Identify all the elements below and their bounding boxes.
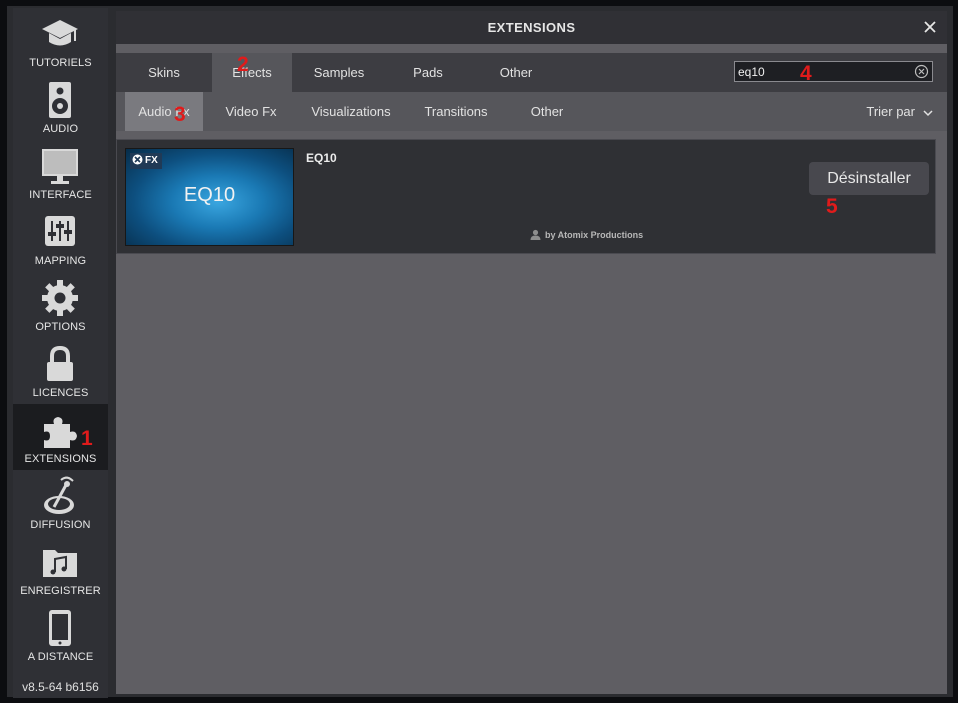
sidebar-item-label: A DISTANCE (27, 651, 94, 663)
panel-title: EXTENSIONS (487, 20, 576, 35)
clear-circle-icon[interactable] (914, 64, 929, 79)
tab-skins[interactable]: Skins (132, 53, 196, 92)
sidebar-item-label: TUTORIELS (29, 57, 92, 69)
sidebar-item-extensions[interactable]: EXTENSIONS (13, 404, 108, 470)
version-label: v8.5-64 b6156 (22, 680, 99, 694)
subcategory-tabs: Audio Fx Video Fx Visualizations Transit… (116, 92, 947, 131)
annotation-marker-1: 1 (81, 427, 93, 450)
tablet-icon (49, 610, 71, 646)
broadcast-icon (44, 476, 74, 514)
search-box (734, 61, 933, 82)
speaker-icon (49, 82, 71, 118)
sidebar-item-options[interactable]: OPTIONS (13, 272, 108, 338)
sidebar-item-label: OPTIONS (35, 321, 86, 333)
close-icon[interactable] (921, 18, 939, 36)
annotation-marker-4: 4 (800, 62, 812, 85)
extensions-panel: EXTENSIONS Skins Effects Samples Pads Ot… (116, 11, 947, 694)
sidebar-item-label: MAPPING (34, 255, 87, 267)
sidebar-item-interface[interactable]: INTERFACE (13, 140, 108, 206)
sidebar-item-audio[interactable]: AUDIO (13, 74, 108, 140)
lock-icon (47, 345, 73, 381)
extension-name: EQ10 (306, 151, 337, 165)
tab-pads[interactable]: Pads (398, 53, 458, 92)
sidebar-item-tutoriels[interactable]: TUTORIELS (13, 8, 108, 74)
thumbnail-title: EQ10 (183, 184, 236, 206)
tab-effects[interactable]: Effects (212, 53, 292, 92)
sidebar-item-diffusion[interactable]: DIFFUSION (13, 470, 108, 536)
sidebar-item-label: LICENCES (32, 387, 89, 399)
sidebar-item-enregistrer[interactable]: ENREGISTRER (13, 536, 108, 602)
sidebar-item-mapping[interactable]: MAPPING (13, 206, 108, 272)
extension-author: by Atomix Productions (530, 230, 643, 241)
extension-thumbnail: FX EQ10 (125, 148, 294, 246)
sidebar-item-licences[interactable]: LICENCES (13, 338, 108, 404)
annotation-marker-2: 2 (237, 53, 249, 76)
sort-dropdown[interactable]: Trier par (866, 92, 933, 131)
subtab-audio-fx[interactable]: Audio Fx (125, 92, 203, 131)
annotation-marker-5: 5 (826, 195, 838, 218)
extension-card[interactable]: FX EQ10 EQ10 by Atomix Productions Désin… (116, 139, 936, 254)
subtab-transitions[interactable]: Transitions (416, 92, 496, 131)
graduation-cap-icon (42, 20, 78, 46)
subtab-visualizations[interactable]: Visualizations (306, 92, 396, 131)
sidebar: TUTORIELS AUDIO INTERFACE MAPPING OPTION… (13, 8, 108, 698)
annotation-marker-3: 3 (174, 103, 186, 126)
sort-label: Trier par (866, 104, 915, 119)
sidebar-item-label: EXTENSIONS (24, 453, 97, 465)
sidebar-item-label: INTERFACE (29, 189, 92, 201)
sliders-icon (45, 216, 75, 246)
tab-other[interactable]: Other (486, 53, 546, 92)
sidebar-item-a-distance[interactable]: A DISTANCE (13, 602, 108, 668)
subtab-other[interactable]: Other (522, 92, 572, 131)
monitor-icon (42, 149, 78, 184)
chevron-down-icon (923, 110, 933, 116)
tab-samples[interactable]: Samples (304, 53, 374, 92)
search-input[interactable] (738, 63, 910, 80)
fx-badge: FX (130, 153, 162, 169)
sidebar-item-label: DIFFUSION (30, 519, 91, 531)
uninstall-button[interactable]: Désinstaller (809, 162, 929, 195)
fx-logo-icon (132, 154, 143, 165)
gear-icon (42, 280, 78, 316)
sidebar-item-label: ENREGISTRER (20, 585, 101, 597)
sidebar-item-label: AUDIO (42, 123, 79, 135)
panel-titlebar: EXTENSIONS (116, 11, 947, 44)
subtab-video-fx[interactable]: Video Fx (216, 92, 286, 131)
user-icon (530, 230, 541, 241)
music-folder-icon (43, 550, 77, 577)
puzzle-icon (44, 417, 77, 448)
